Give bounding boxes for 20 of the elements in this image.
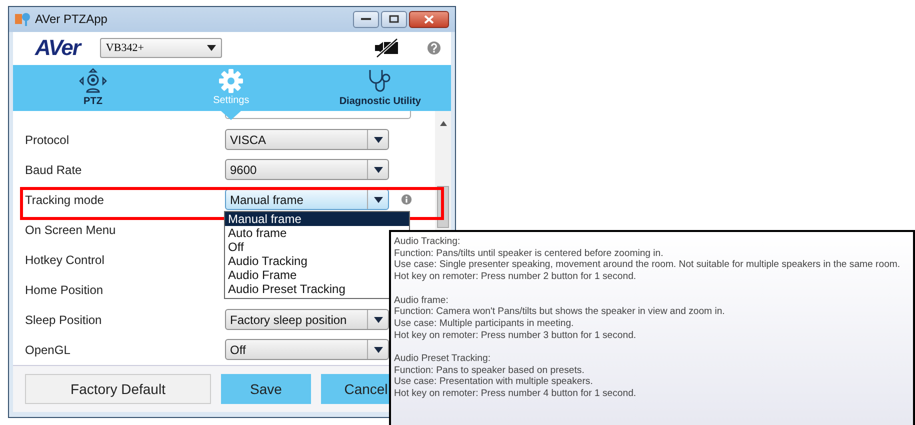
tooltip-line: Use case: Multiple participants in meeting. [394,318,575,330]
tooltip-line: Use case: Single presenter speaking, movement around the room. Not suitable for multiple speakers in the same room. [394,259,902,272]
setting-label: Hotkey Control [25,252,106,267]
tooltip-line: Audio Preset Tracking: [394,353,492,365]
setting-label: Protocol [25,132,70,147]
tooltip-line: Function: Camera won't Pans/tilts but shows the speaker in view and zoom in. [394,306,726,318]
tooltip-line: Function: Pans to speaker based on presets. [394,364,586,376]
tooltip-line: Hot key on remoter: Press number 2 button for 1 second. [394,271,638,283]
tooltip-line: Audio frame: [394,294,450,306]
tooltip-line: Hot key on remoter: Press number 3 button for 1 second. [394,330,638,342]
window-title: AVer PTZApp [35,12,108,26]
setting-label: Sleep Position [25,312,103,327]
setting-label: Home Position [25,282,104,297]
setting-label: On Screen Menu [25,222,117,237]
tooltip-line: Function: Pans/tilts until speaker is centered before zooming in. [394,248,664,260]
setting-label: Baud Rate [25,162,83,177]
logo: AVer [35,35,80,62]
setting-label: OpenGL [25,342,72,357]
tooltip-line: Audio Tracking: [394,236,462,248]
setting-label: Tracking mode [25,192,105,207]
